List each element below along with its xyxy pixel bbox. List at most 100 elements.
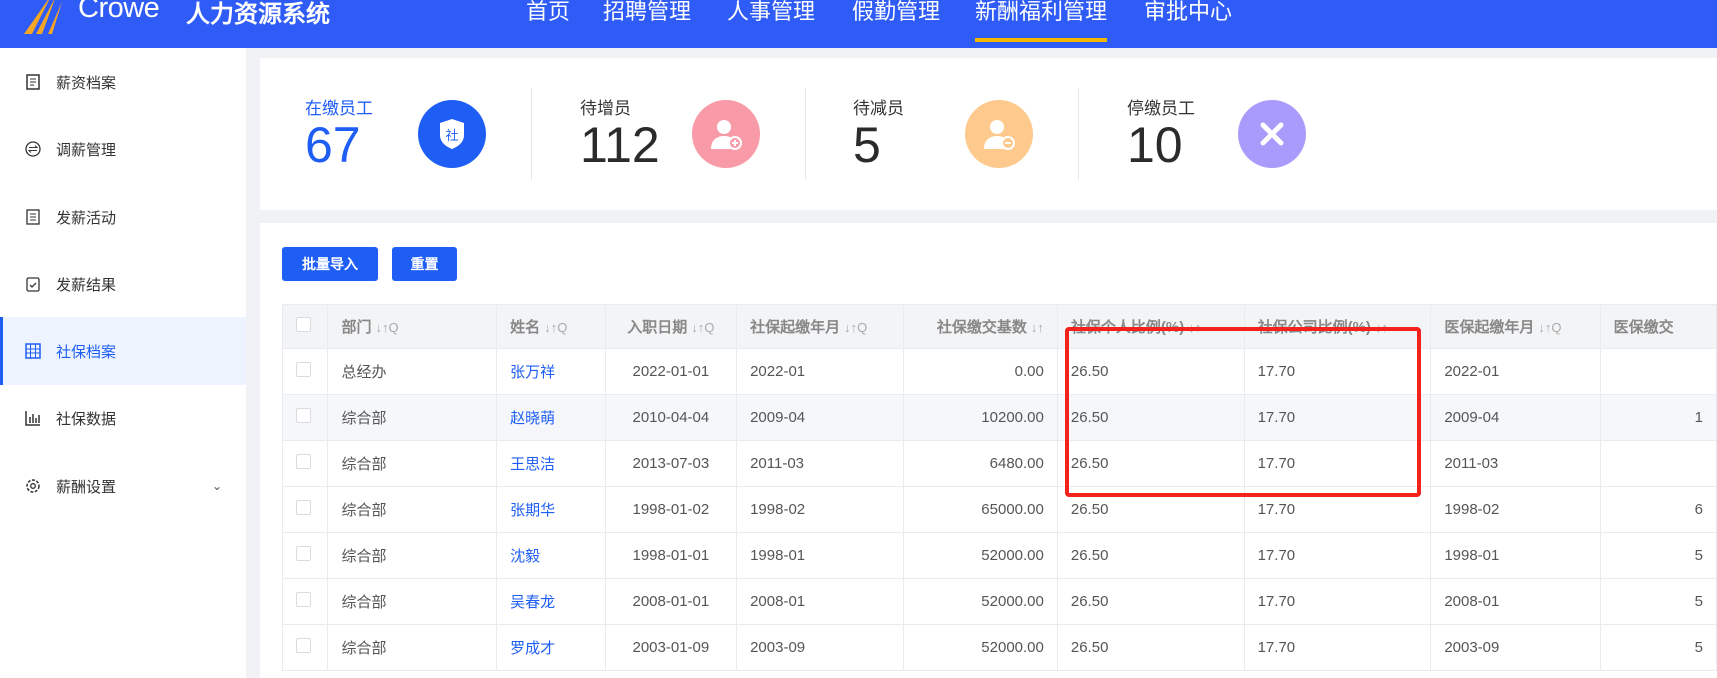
row-checkbox[interactable] bbox=[281, 624, 329, 671]
table-cell: 26.50 bbox=[1056, 624, 1245, 671]
table-cell: 26.50 bbox=[1056, 532, 1245, 579]
exchange-icon bbox=[24, 140, 42, 158]
close-icon bbox=[1238, 100, 1306, 168]
sort-filter-icon[interactable]: ↓↑Q bbox=[544, 320, 567, 335]
column-header[interactable]: 入职日期 ↓↑Q bbox=[604, 304, 738, 349]
column-header[interactable]: 社保缴交基数 ↓↑ bbox=[902, 304, 1058, 349]
table-cell: 1998-01-02 bbox=[604, 486, 738, 533]
table-row[interactable]: 综合部 张期华 1998-01-02 1998-02 65000.00 26.50 17.7… bbox=[281, 486, 1717, 533]
sidebar-item-label: 社保数据 bbox=[56, 410, 117, 428]
table-row[interactable]: 综合部 沈毅 1998-01-01 1998-01 52000.00 26.50 17.70… bbox=[281, 532, 1717, 579]
sidebar-item-social-security-archive[interactable]: 社保档案 bbox=[0, 317, 246, 385]
table-cell: 2022-01 bbox=[736, 348, 904, 395]
table-cell: 17.70 bbox=[1243, 578, 1432, 625]
column-header[interactable]: 医保缴交 bbox=[1599, 304, 1717, 349]
social-security-table: 部门 ↓↑Q 姓名 ↓↑Q 入职日期 ↓↑Q 社保起缴年月 ↓↑Q 社保缴交基数 ↓↑ 社保个人比例… bbox=[281, 304, 1717, 671]
sidebar-item-social-security-data[interactable]: 社保数据 bbox=[0, 384, 246, 452]
sort-filter-icon[interactable]: ↓↑ bbox=[1031, 320, 1044, 335]
table-cell: 2009-04 bbox=[736, 394, 904, 441]
nav-home[interactable]: 首页 bbox=[526, 0, 570, 48]
nav-attendance[interactable]: 假勤管理 bbox=[852, 0, 940, 48]
table-row[interactable]: 综合部 吴春龙 2008-01-01 2008-01 52000.00 26.50 17.7… bbox=[281, 578, 1717, 625]
stat-value: 10 bbox=[1127, 117, 1183, 173]
row-checkbox[interactable] bbox=[281, 578, 329, 625]
column-header[interactable]: 医保起缴年月 ↓↑Q bbox=[1430, 304, 1601, 349]
top-nav-bar: Crowe 人力资源系统 首页 招聘管理 人事管理 假勤管理 新酬福利管理 审批… bbox=[0, 0, 1717, 48]
table-row[interactable]: 总经办 张万祥 2022-01-01 2022-01 0.00 26.50 17.70 202… bbox=[281, 348, 1717, 395]
employee-name-link[interactable]: 张万祥 bbox=[496, 348, 606, 395]
table-cell: 综合部 bbox=[327, 624, 498, 671]
chevron-down-icon: ⌄ bbox=[211, 479, 222, 493]
column-label: 社保起缴年月 bbox=[750, 319, 841, 336]
column-label: 医保缴交 bbox=[1613, 319, 1674, 336]
column-header[interactable]: 部门 ↓↑Q bbox=[327, 304, 498, 349]
table-cell: 综合部 bbox=[327, 486, 498, 533]
employee-name-link[interactable]: 罗成才 bbox=[496, 624, 606, 671]
table-cell: 2008-01 bbox=[736, 578, 904, 625]
table-cell: 10200.00 bbox=[902, 394, 1058, 441]
sort-filter-icon[interactable]: ↓↑Q bbox=[376, 320, 399, 335]
document-icon bbox=[24, 73, 42, 91]
sidebar-item-salary-archive[interactable]: 薪资档案 bbox=[0, 48, 246, 116]
table-cell: 综合部 bbox=[327, 394, 498, 441]
sidebar-item-label: 调薪管理 bbox=[56, 141, 117, 159]
grid-icon bbox=[24, 342, 42, 360]
user-add-icon bbox=[692, 100, 760, 168]
row-checkbox[interactable] bbox=[281, 348, 329, 395]
table-row[interactable]: 综合部 王思洁 2013-07-03 2011-03 6480.00 26.50 17.70… bbox=[281, 440, 1717, 487]
column-label: 社保缴交基数 bbox=[936, 319, 1027, 336]
batch-import-button[interactable]: 批量导入 bbox=[282, 247, 378, 281]
table-row[interactable]: 综合部 罗成才 2003-01-09 2003-09 52000.00 26.50 17.7… bbox=[281, 624, 1717, 671]
clipboard-check-icon bbox=[24, 275, 42, 293]
table-row[interactable]: 综合部 赵晓萌 2010-04-04 2009-04 10200.00 26.50 17.7… bbox=[281, 394, 1717, 441]
row-checkbox[interactable] bbox=[281, 394, 329, 441]
nav-approval[interactable]: 审批中心 bbox=[1144, 0, 1232, 48]
column-header[interactable]: 社保个人比例(%) ↓↑ bbox=[1056, 304, 1245, 349]
table-cell: 1 bbox=[1599, 394, 1717, 441]
table-header-row: 部门 ↓↑Q 姓名 ↓↑Q 入职日期 ↓↑Q 社保起缴年月 ↓↑Q 社保缴交基数 ↓↑ 社保个人比例… bbox=[281, 304, 1717, 349]
sidebar-item-compensation-settings[interactable]: 薪酬设置 ⌄ bbox=[0, 452, 246, 520]
table-cell: 52000.00 bbox=[902, 532, 1058, 579]
employee-name-link[interactable]: 赵晓萌 bbox=[496, 394, 606, 441]
employee-name-link[interactable]: 沈毅 bbox=[496, 532, 606, 579]
sidebar-item-payroll-result[interactable]: 发薪结果 bbox=[0, 250, 246, 318]
table-cell: 综合部 bbox=[327, 578, 498, 625]
sort-filter-icon[interactable]: ↓↑ bbox=[1188, 320, 1201, 335]
employee-name-link[interactable]: 吴春龙 bbox=[496, 578, 606, 625]
nav-compensation[interactable]: 新酬福利管理 bbox=[975, 0, 1108, 48]
row-checkbox[interactable] bbox=[281, 440, 329, 487]
employee-name-link[interactable]: 王思洁 bbox=[496, 440, 606, 487]
column-header[interactable]: 社保公司比例(%) ↓↑ bbox=[1243, 304, 1432, 349]
column-header[interactable]: 社保起缴年月 ↓↑Q bbox=[736, 304, 904, 349]
table-cell: 17.70 bbox=[1243, 486, 1432, 533]
table-cell: 26.50 bbox=[1056, 394, 1245, 441]
table-cell: 2003-09 bbox=[736, 624, 904, 671]
reset-button[interactable]: 重置 bbox=[392, 247, 457, 281]
column-label: 入职日期 bbox=[627, 319, 688, 336]
sidebar-item-payroll-activity[interactable]: 发薪活动 bbox=[0, 183, 246, 251]
divider bbox=[1078, 88, 1079, 180]
select-all-checkbox[interactable] bbox=[281, 304, 329, 349]
sidebar-item-label: 发薪结果 bbox=[56, 276, 117, 294]
sidebar-item-salary-adjust[interactable]: 调薪管理 bbox=[0, 115, 246, 183]
sort-filter-icon[interactable]: ↓↑Q bbox=[1538, 320, 1561, 335]
row-checkbox[interactable] bbox=[281, 486, 329, 533]
sort-filter-icon[interactable]: ↓↑Q bbox=[691, 320, 714, 335]
sidebar-item-label: 发薪活动 bbox=[56, 209, 117, 227]
nav-personnel[interactable]: 人事管理 bbox=[727, 0, 815, 48]
nav-recruitment[interactable]: 招聘管理 bbox=[603, 0, 691, 48]
sort-filter-icon[interactable]: ↓↑ bbox=[1375, 320, 1388, 335]
table-cell: 1998-02 bbox=[1430, 486, 1601, 533]
table-cell bbox=[1599, 348, 1717, 395]
column-header[interactable]: 姓名 ↓↑Q bbox=[496, 304, 606, 349]
table-cell: 6480.00 bbox=[902, 440, 1058, 487]
employee-name-link[interactable]: 张期华 bbox=[496, 486, 606, 533]
table-cell: 2011-03 bbox=[1430, 440, 1601, 487]
sort-filter-icon[interactable]: ↓↑Q bbox=[844, 320, 867, 335]
stat-value: 5 bbox=[853, 117, 881, 173]
table-cell: 6 bbox=[1599, 486, 1717, 533]
row-checkbox[interactable] bbox=[281, 532, 329, 579]
table-cell: 综合部 bbox=[327, 440, 498, 487]
list-icon bbox=[24, 208, 42, 226]
table-cell: 65000.00 bbox=[902, 486, 1058, 533]
